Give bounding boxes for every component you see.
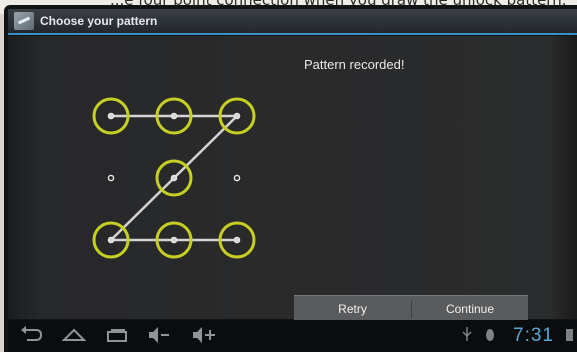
status-text: Pattern recorded! — [304, 57, 405, 72]
recent-apps-icon[interactable] — [104, 324, 130, 346]
battery-icon — [566, 329, 573, 341]
pattern-dot[interactable] — [170, 236, 178, 244]
usb-icon — [462, 327, 472, 341]
debug-icon — [486, 329, 494, 341]
pattern-dot[interactable] — [233, 112, 241, 120]
pattern-dot[interactable] — [107, 112, 115, 120]
system-navbar: 7:31 — [8, 320, 577, 352]
pattern-dot[interactable] — [233, 174, 241, 182]
pattern-segment — [110, 177, 175, 241]
retry-button[interactable]: Retry — [294, 296, 411, 322]
volume-down-icon[interactable] — [146, 324, 172, 346]
continue-button[interactable]: Continue — [412, 296, 528, 322]
pattern-dot[interactable] — [107, 236, 115, 244]
pattern-dot[interactable] — [170, 174, 178, 182]
button-bar: Retry Continue — [294, 295, 528, 322]
status-clock: 7:31 — [513, 325, 554, 346]
home-icon[interactable] — [60, 324, 88, 346]
pattern-dot[interactable] — [107, 174, 115, 182]
pattern-dot[interactable] — [233, 236, 241, 244]
back-icon[interactable] — [18, 324, 44, 346]
pattern-dot[interactable] — [170, 112, 178, 120]
pattern-segment — [173, 115, 238, 179]
volume-up-icon[interactable] — [190, 324, 220, 346]
